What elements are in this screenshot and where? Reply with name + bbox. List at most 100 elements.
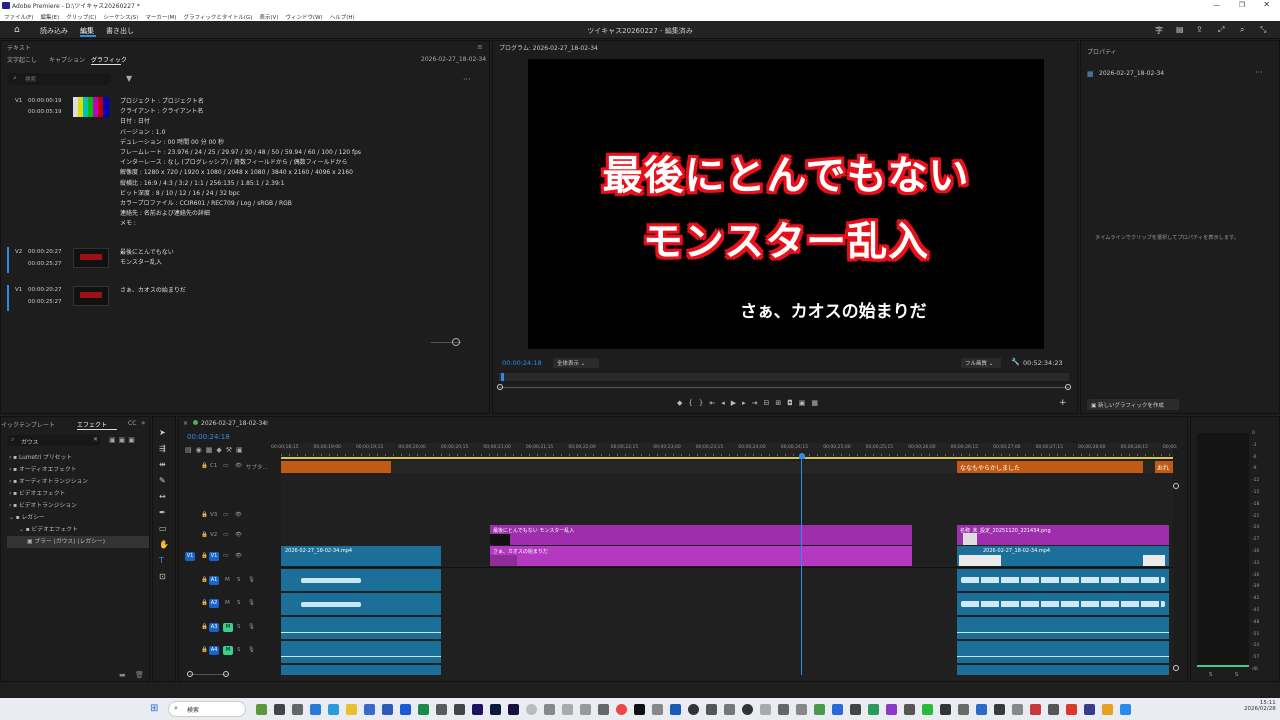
image-clip-v2[interactable]: 名称_未_設定_20251120_221434.png bbox=[957, 525, 1169, 545]
maximize-icon[interactable]: ❐ bbox=[1239, 1, 1245, 9]
lock-icon[interactable]: 🔒 bbox=[201, 532, 208, 538]
track-target[interactable]: A1 bbox=[209, 576, 219, 585]
app-icon[interactable] bbox=[562, 704, 573, 715]
timeline-playhead-handle[interactable] bbox=[799, 453, 805, 459]
track-target[interactable]: A2 bbox=[209, 599, 219, 608]
play-icon[interactable]: ▶ bbox=[731, 399, 742, 407]
app-icon[interactable] bbox=[742, 704, 753, 715]
app-icon[interactable] bbox=[760, 704, 771, 715]
word-icon[interactable] bbox=[400, 704, 411, 715]
app-icon[interactable] bbox=[634, 704, 645, 715]
solo-button[interactable]: S bbox=[237, 624, 241, 630]
caption-line[interactable]: 連絡先 : 名前および連絡先の詳細 bbox=[120, 209, 480, 219]
caption-line[interactable]: デュレーション : 00 時間 00 分 00 秒 bbox=[120, 138, 480, 148]
toggle-output-icon[interactable]: ▭ bbox=[223, 463, 228, 469]
eye-icon[interactable]: 👁 bbox=[235, 463, 242, 469]
lock-icon[interactable]: 🔒 bbox=[201, 624, 208, 630]
tab-transcript[interactable]: 文字起こし bbox=[7, 55, 37, 64]
app-icon[interactable] bbox=[886, 704, 897, 715]
tab-essential-templates[interactable]: イックテンプレート bbox=[1, 420, 55, 429]
caption-line[interactable]: プロジェクト : プロジェクト名 bbox=[120, 97, 480, 107]
app-icon[interactable] bbox=[850, 704, 861, 715]
new-graphic-button[interactable]: ▣ 新しいグラフィックを作成 bbox=[1087, 399, 1179, 410]
step-forward-icon[interactable]: ▸ bbox=[742, 399, 752, 407]
tree-item[interactable]: › ▪ オーディオエフェクト bbox=[9, 464, 149, 476]
caption-line[interactable]: メモ : bbox=[120, 219, 480, 229]
tree-item[interactable]: › ▪ Lumetri プリセット bbox=[9, 452, 149, 464]
ripple-edit-icon[interactable]: ⇹ bbox=[159, 457, 169, 473]
app-icon[interactable] bbox=[526, 704, 537, 715]
excel-icon[interactable] bbox=[418, 704, 429, 715]
workspace-icon[interactable]: ▤ bbox=[1176, 25, 1184, 34]
app-icon[interactable] bbox=[706, 704, 717, 715]
tree-item-selected[interactable]: ▣ ブラー (ガウス) (レガシー) bbox=[7, 536, 149, 548]
app-icon[interactable] bbox=[976, 704, 987, 715]
mic-icon[interactable]: 🎙 bbox=[248, 577, 255, 583]
monitor-time-ruler[interactable] bbox=[499, 373, 1069, 381]
slip-icon[interactable]: ↔ bbox=[159, 489, 169, 505]
out-point-icon[interactable]: } bbox=[699, 399, 709, 407]
app-icon[interactable] bbox=[454, 704, 465, 715]
fullscreen-icon[interactable]: ⤢ bbox=[1218, 25, 1224, 35]
app-icon[interactable] bbox=[1012, 704, 1023, 715]
audio-clip[interactable] bbox=[281, 641, 441, 663]
camera-icon[interactable]: ◘ bbox=[787, 399, 799, 407]
solo-button[interactable]: S bbox=[237, 600, 241, 606]
solo-button[interactable]: S bbox=[237, 577, 241, 583]
caption-line[interactable]: 縦横比 : 16:9 / 4:3 / 3:2 / 1:1 / 256:135 /… bbox=[120, 179, 480, 189]
video-frame[interactable]: 最後にとんでもない モンスター乱入 さぁ、カオスの始まりだ bbox=[528, 59, 1044, 349]
home-icon[interactable]: ⌂ bbox=[14, 25, 20, 35]
mute-button[interactable]: M bbox=[225, 600, 230, 606]
audio-clip[interactable] bbox=[281, 665, 441, 675]
app-icon[interactable] bbox=[814, 704, 825, 715]
premiere-app-icon[interactable] bbox=[472, 704, 483, 715]
app-icon[interactable] bbox=[904, 704, 915, 715]
vertical-zoom-handle[interactable] bbox=[1173, 483, 1179, 489]
caption-line[interactable]: フレームレート : 23.976 / 24 / 25 / 29.97 / 30 … bbox=[120, 148, 480, 158]
app-icon[interactable] bbox=[958, 704, 969, 715]
folder-app-icon[interactable] bbox=[346, 704, 357, 715]
meter-solo-label[interactable]: S bbox=[1235, 672, 1238, 678]
app-icon[interactable] bbox=[724, 704, 735, 715]
timeline-ruler[interactable]: 00;00;18;15 00;00;19;00 00;00;19;15 00;00;2… bbox=[271, 443, 1177, 459]
track-select-icon[interactable]: ⇶ bbox=[159, 441, 169, 457]
tree-item[interactable]: ⌄ ▪ レガシー bbox=[9, 512, 149, 524]
close-icon[interactable]: ✕ bbox=[1263, 0, 1270, 9]
zoom-bar-right-handle[interactable] bbox=[1065, 384, 1071, 390]
extract-icon[interactable]: ⊞ bbox=[775, 399, 787, 407]
collapse-icon[interactable]: ⤡ bbox=[1260, 25, 1266, 35]
track-target[interactable]: A4 bbox=[209, 646, 219, 655]
in-point-icon[interactable]: { bbox=[688, 399, 698, 407]
app-icon[interactable] bbox=[832, 704, 843, 715]
compare-icon[interactable]: ▣ bbox=[799, 399, 812, 407]
panel-menu-icon[interactable]: ≡ bbox=[477, 43, 483, 51]
audio-clip[interactable] bbox=[957, 569, 1169, 591]
mic-icon[interactable]: 🎙 bbox=[248, 624, 255, 630]
app-icon[interactable] bbox=[670, 704, 681, 715]
app-icon[interactable] bbox=[1084, 704, 1095, 715]
start-icon[interactable]: ⊞ bbox=[150, 703, 158, 714]
eye-icon[interactable]: 👁 bbox=[235, 553, 242, 559]
step-back-icon[interactable]: ◂ bbox=[721, 399, 731, 407]
photoshop-icon[interactable] bbox=[490, 704, 501, 715]
pen-icon[interactable]: ✒ bbox=[159, 505, 169, 521]
filter-icon[interactable]: ▼ bbox=[126, 74, 132, 83]
vertical-zoom-handle[interactable] bbox=[1173, 665, 1179, 671]
app-icon[interactable] bbox=[796, 704, 807, 715]
go-in-icon[interactable]: ⇤ bbox=[709, 399, 721, 407]
wrench-icon[interactable]: 🔧 bbox=[1011, 358, 1020, 366]
zoom-slider-handle[interactable] bbox=[452, 338, 460, 346]
clear-icon[interactable]: ✕ bbox=[93, 436, 98, 443]
caption-line[interactable]: さぁ、カオスの始まりだ bbox=[120, 286, 186, 296]
toggle-sync-icon[interactable]: ▭ bbox=[223, 553, 228, 559]
toggle-sync-icon[interactable]: ▭ bbox=[223, 512, 228, 518]
chrome-icon[interactable] bbox=[616, 704, 627, 715]
horizontal-zoom-handle[interactable] bbox=[187, 671, 193, 677]
mute-button-active[interactable]: M bbox=[223, 646, 233, 655]
tab-export[interactable]: 書き出し bbox=[106, 26, 134, 36]
timeline-tool-icons[interactable]: ▤◉▦◆⚒▣ bbox=[185, 446, 247, 454]
app-icon[interactable] bbox=[868, 704, 879, 715]
caption-line[interactable]: カラープロファイル : CCIR601 / REC709 / Log / sRG… bbox=[120, 199, 480, 209]
timeline-playhead-line[interactable] bbox=[801, 459, 802, 675]
lock-icon[interactable]: 🔒 bbox=[201, 600, 208, 606]
